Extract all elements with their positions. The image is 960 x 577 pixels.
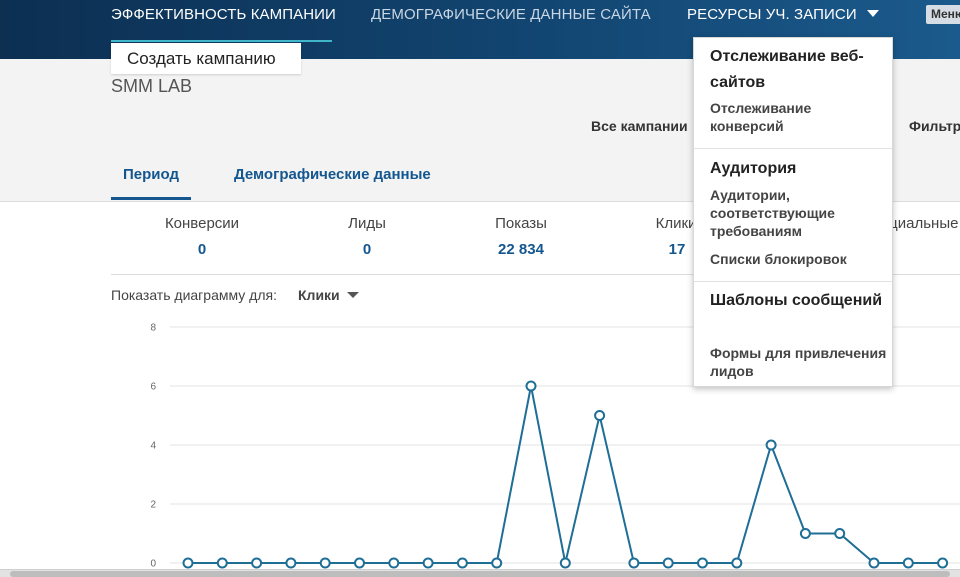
dropdown-divider [694,148,892,149]
y-tick-label: 0 [150,559,156,570]
data-point[interactable] [525,380,537,392]
data-point[interactable] [834,528,846,539]
data-point[interactable] [422,557,434,569]
dropdown-section-title-website-tracking: Отслеживание веб-сайтов [710,48,864,91]
data-point[interactable] [216,557,228,569]
data-point[interactable] [285,557,297,569]
data-point[interactable] [902,557,914,569]
dropdown-divider [694,281,892,282]
dropdown-item-conversion-tracking[interactable]: Отслеживание конверсий [710,99,888,135]
data-point[interactable] [251,557,263,569]
scrollbar-thumb[interactable] [10,571,950,577]
data-point[interactable] [456,557,468,569]
data-point[interactable] [799,528,811,539]
horizontal-scrollbar[interactable] [0,569,960,577]
data-point[interactable] [731,557,743,569]
data-point[interactable] [354,557,365,569]
data-point[interactable] [937,557,949,569]
data-point[interactable] [559,557,571,569]
data-point[interactable] [662,557,674,569]
data-point[interactable] [319,557,331,569]
dropdown-section-title-audience: Аудитория [710,160,797,177]
y-tick-label: 8 [150,323,156,334]
y-tick-label: 2 [150,500,156,511]
series-line [188,385,943,564]
data-point[interactable] [594,410,606,421]
account-assets-dropdown: Отслеживание веб-сайтов Отслеживание кон… [693,37,893,387]
dropdown-item-matched-audiences[interactable]: Аудитории, соответствующие требованиям [710,186,888,240]
dropdown-section-title-message-templates: Шаблоны сообщений [710,292,883,309]
data-point[interactable] [628,557,640,569]
data-point[interactable] [697,557,708,569]
dropdown-item-block-lists[interactable]: Списки блокировок [710,250,888,268]
y-tick-label: 4 [150,441,156,452]
data-point[interactable] [491,557,503,569]
data-point[interactable] [182,557,194,569]
y-tick-label: 6 [150,382,156,393]
data-point[interactable] [765,439,777,451]
dropdown-item-lead-gen-forms[interactable]: Формы для привлечения лидов [710,344,888,380]
data-point[interactable] [388,557,400,569]
data-point[interactable] [868,557,880,569]
